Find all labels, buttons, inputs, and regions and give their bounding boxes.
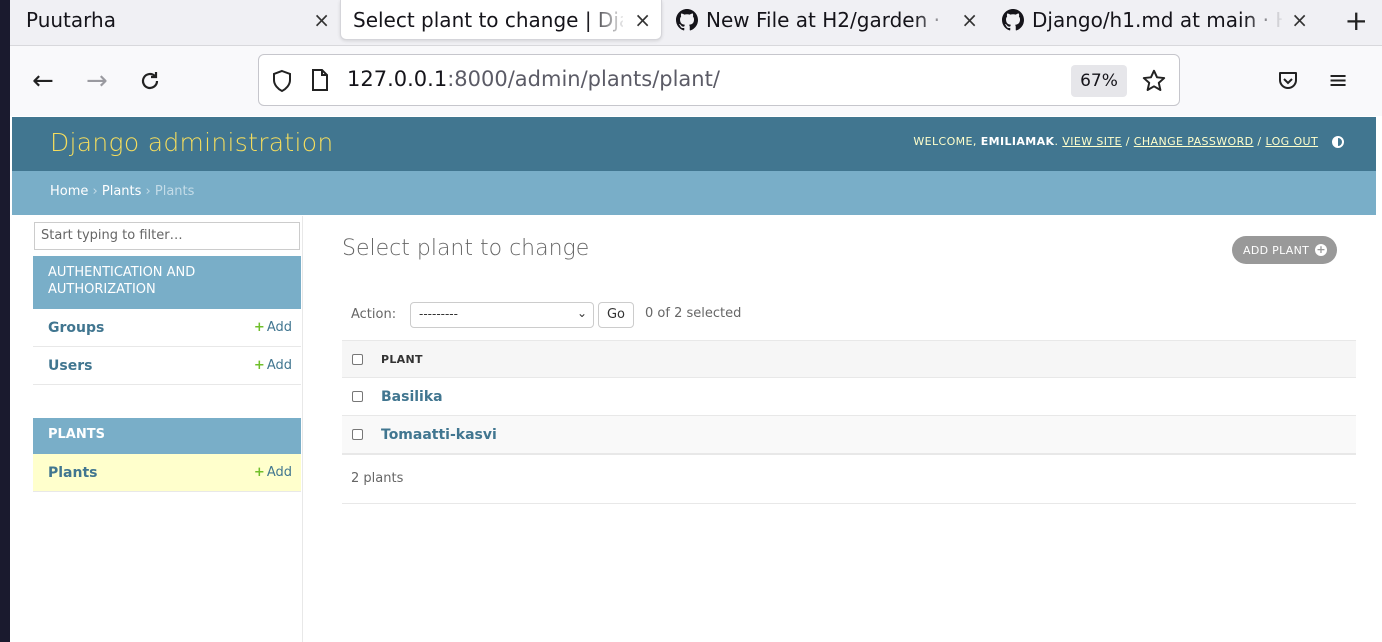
url-path: :8000/admin/plants/plant/ (447, 67, 720, 91)
plus-icon: + (253, 320, 265, 335)
table-row: Basilika (342, 378, 1356, 416)
tab-title: New File at H2/garden · HeikkiK/Django (706, 8, 946, 32)
tab-puutarha[interactable]: Puutarha × (10, 0, 340, 40)
table-header-row: Plant (342, 340, 1356, 378)
sidebar-filter-input[interactable]: Start typing to filter… (34, 222, 300, 250)
breadcrumb-app[interactable]: Plants (102, 184, 142, 199)
sidebar-item-label[interactable]: Plants (48, 465, 98, 481)
tab-fade (587, 0, 627, 39)
sidebar-item-label[interactable]: Groups (48, 320, 104, 336)
tab-django-h1[interactable]: Django/h1.md at main · HeikkiK/Django × (1002, 0, 1318, 40)
welcome-text: Welcome, (913, 135, 977, 148)
tab-fade (914, 0, 954, 40)
star-icon[interactable] (1141, 68, 1167, 94)
plant-link[interactable]: Basilika (381, 389, 443, 405)
sidebar-item-plants[interactable]: Plants + Add (33, 454, 301, 492)
add-plants-link[interactable]: + Add (254, 465, 292, 480)
tab-fade (1244, 0, 1284, 40)
sidebar-item-label[interactable]: Users (48, 358, 92, 374)
plant-link[interactable]: Tomaatti-kasvi (381, 427, 497, 443)
table-row: Tomaatti-kasvi (342, 416, 1356, 454)
page-icon[interactable] (311, 68, 329, 92)
change-password-link[interactable]: Change password (1134, 135, 1254, 148)
go-button[interactable]: Go (598, 302, 634, 328)
site-name[interactable]: Django administration (50, 128, 334, 157)
pocket-icon[interactable] (1276, 69, 1300, 93)
sidebar-item-users[interactable]: Users + Add (33, 347, 301, 385)
menu-icon[interactable]: ≡ (1328, 66, 1348, 94)
plus-icon: + (253, 358, 265, 373)
select-all-checkbox[interactable] (352, 353, 363, 365)
breadcrumb: Home › Plants › Plants (12, 171, 1376, 215)
row-checkbox[interactable] (352, 391, 363, 402)
close-icon[interactable]: × (634, 0, 651, 39)
tab-new-file[interactable]: New File at H2/garden · HeikkiK/Django × (676, 0, 988, 40)
close-icon[interactable]: × (313, 0, 330, 40)
column-header-plant[interactable]: Plant (381, 353, 423, 366)
forward-arrow-icon[interactable]: → (86, 64, 108, 98)
add-plant-button[interactable]: Add plant + (1232, 236, 1338, 264)
sidebar-item-groups[interactable]: Groups + Add (33, 309, 301, 347)
view-site-link[interactable]: View site (1062, 135, 1122, 148)
page-title: Select plant to change (342, 236, 590, 261)
nav-sidebar: Start typing to filter… Authentication a… (32, 216, 303, 642)
url-host: 127.0.0.1 (347, 67, 448, 91)
username: emiliamak (980, 135, 1055, 148)
shield-icon[interactable] (271, 69, 293, 93)
github-icon (676, 9, 698, 31)
tab-title: Puutarha (26, 8, 116, 32)
add-label: Add (266, 465, 292, 480)
add-users-link[interactable]: + Add (254, 358, 292, 373)
module-caption-auth[interactable]: Authentication and Authorization (33, 256, 301, 309)
paginator: 2 plants (342, 454, 1356, 504)
add-groups-link[interactable]: + Add (254, 320, 292, 335)
close-icon[interactable]: × (961, 0, 978, 40)
module-caption-plants[interactable]: Plants (33, 418, 301, 454)
url-text[interactable]: 127.0.0.1:8000/admin/plants/plant/ (347, 67, 720, 91)
breadcrumb-current: Plants (154, 184, 195, 199)
url-bar[interactable]: 127.0.0.1:8000/admin/plants/plant/ 67% (258, 54, 1180, 106)
action-select[interactable]: --------- ⌄ (410, 302, 594, 328)
tab-select-plant[interactable]: Select plant to change | Django site adm… (340, 0, 662, 40)
tab-title: Select plant to change | Django site adm… (353, 7, 623, 32)
breadcrumb-separator: › (145, 184, 155, 199)
log-out-link[interactable]: Log out (1265, 135, 1318, 148)
add-label: Add (266, 320, 292, 335)
tab-strip: Puutarha × Select plant to change | Djan… (10, 0, 1382, 46)
selection-counter: 0 of 2 selected (645, 306, 742, 321)
breadcrumb-separator: › (92, 184, 102, 199)
user-tools: Welcome, emiliamak. View site / Change p… (913, 135, 1344, 148)
new-tab-button[interactable]: + (1345, 0, 1368, 40)
chevron-down-icon: ⌄ (576, 306, 587, 320)
navigation-bar: ← → 127.0.0.1:8000/admin/plants/plant/ 6… (10, 46, 1382, 116)
result-list-table: Plant Basilika Tomaatti-kasvi (342, 340, 1356, 454)
add-plant-label: Add plant (1243, 243, 1310, 257)
close-icon[interactable]: × (1291, 0, 1308, 40)
admin-header: Django administration Welcome, emiliamak… (12, 117, 1376, 171)
reload-icon[interactable] (138, 64, 162, 102)
plus-circle-icon: + (1315, 243, 1328, 256)
breadcrumb-home[interactable]: Home (50, 184, 88, 199)
browser-window: Puutarha × Select plant to change | Djan… (10, 0, 1382, 642)
row-checkbox[interactable] (352, 429, 363, 440)
github-icon (1002, 9, 1024, 31)
zoom-level[interactable]: 67% (1071, 65, 1127, 97)
add-label: Add (266, 358, 292, 373)
plus-icon: + (253, 465, 265, 480)
action-label: Action: (351, 307, 397, 322)
back-arrow-icon[interactable]: ← (32, 64, 54, 98)
action-select-value: --------- (419, 307, 458, 321)
theme-toggle-icon[interactable] (1332, 136, 1344, 148)
actions-bar: Action: --------- ⌄ Go 0 of 2 selected (342, 296, 1356, 340)
